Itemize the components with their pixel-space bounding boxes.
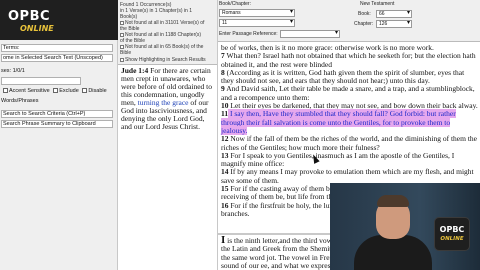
result-summary-line: Not found at all in 65 Book(s) of the (120, 44, 203, 50)
chapter-select[interactable]: 11 (219, 19, 295, 27)
result-toggle-checkbox[interactable] (120, 20, 124, 25)
verse-text: And David saith, Let their table be made… (221, 84, 475, 102)
verse-text: What then? Israel hath not obtained that… (221, 51, 476, 69)
copy-summary-button[interactable]: Search Phrase Summary to Clipboard (1, 120, 113, 128)
show-highlighting-toggle[interactable]: Show Highlighting in Search Results (120, 57, 206, 63)
passage-reference-label: Enter Passage Reference: (219, 31, 278, 37)
testament-label: New Testament (360, 1, 395, 7)
exclude-checkbox[interactable] (53, 88, 59, 94)
book-chapter-label: Book/Chapter: (219, 1, 251, 7)
tab-words-phrases[interactable]: Words/Phrases (1, 98, 39, 106)
presenter-body (354, 235, 432, 270)
exclude-label: Exclude (59, 88, 79, 94)
search-scope-select[interactable]: ome in Selected Search Text (Unscoped) (1, 54, 113, 62)
webcam-overlay: OPBC ONLINE (330, 183, 480, 270)
disable-checkbox[interactable] (82, 88, 88, 94)
result-toggle-checkbox[interactable] (120, 32, 124, 37)
search-result-entry[interactable]: Jude 1:4 For there are certain men crept… (118, 64, 217, 270)
accent-sensitive-label: Accent Sensitive (9, 88, 50, 94)
search-results-panel: Found 1 Occurrence(s) in 1 Verse(s) in 1… (118, 0, 218, 270)
logo-bar: OPBC ONLINE (0, 0, 118, 40)
wall-logo-top: OPBC (439, 225, 465, 234)
add-search-criteria-button[interactable]: Search to Search Criteria (Ctrl+P) (1, 110, 113, 118)
accent-sensitive-checkbox[interactable] (3, 88, 8, 94)
result-toggle-checkbox[interactable] (120, 44, 124, 49)
book-select[interactable]: Romans (219, 9, 295, 17)
chapter-number-spinner[interactable]: 126 (376, 20, 412, 28)
search-panel: Terms: ome in Selected Search Text (Unsc… (0, 40, 118, 270)
search-terms-field[interactable]: Terms: (1, 44, 113, 52)
wall-logo: OPBC ONLINE (434, 217, 470, 251)
chapter-number-label: Chapter: (354, 21, 374, 27)
verse-text: Now if the fall of them be the riches of… (221, 134, 477, 152)
show-highlighting-checkbox[interactable] (120, 57, 124, 62)
options-row: Accent Sensitive Exclude Disable (1, 88, 107, 96)
highlighted-verse-text: I say then, Have they stumbled that they… (221, 109, 456, 135)
wall-logo-bottom: ONLINE (440, 236, 464, 242)
passage-reference-input[interactable] (280, 30, 340, 38)
brand-tagline: ONLINE (20, 24, 54, 33)
presenter-hair (377, 195, 409, 207)
results-count-label: ses: 1/0/1 (1, 68, 25, 74)
book-number-spinner[interactable]: 66 (376, 10, 412, 18)
disable-label: Disable (88, 88, 107, 94)
brand-logo: OPBC (8, 9, 51, 24)
result-summary-line: Bible (120, 50, 132, 56)
verse-text: For I speak to you Gentiles, inasmuch as… (221, 150, 455, 169)
results-input[interactable] (1, 77, 81, 85)
verse-text: (According as it is written, God hath gi… (221, 67, 465, 86)
book-number-label: Book: (358, 11, 371, 17)
